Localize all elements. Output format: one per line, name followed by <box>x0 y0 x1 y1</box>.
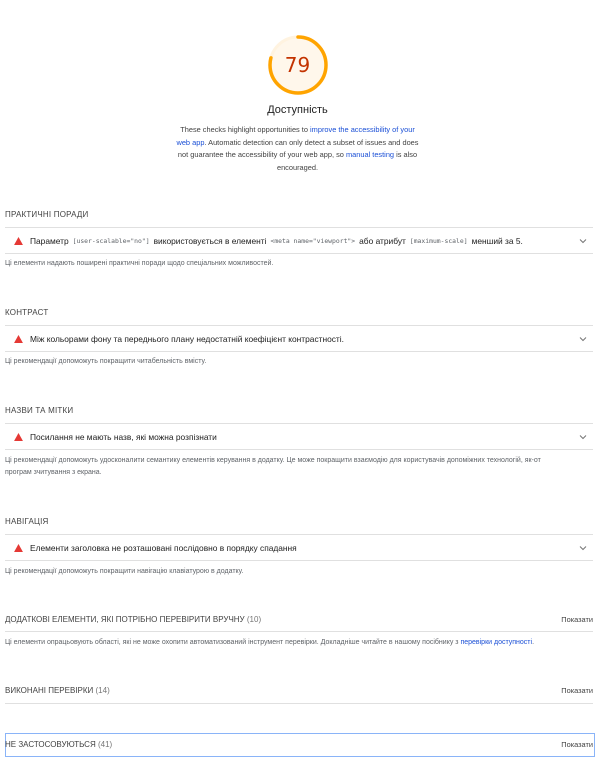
group-description-navigation: Ці рекомендації допоможуть покращити нав… <box>5 568 244 575</box>
audit-heading-order[interactable]: Елементи заголовка не розташовані послід… <box>5 534 593 561</box>
warning-triangle-icon <box>14 432 23 441</box>
warning-triangle-icon <box>14 543 23 552</box>
not-applicable-title: НЕ ЗАСТОСОВУЮТЬСЯ <box>5 740 96 749</box>
warning-triangle-icon <box>14 334 23 343</box>
chevron-down-icon[interactable] <box>579 237 587 245</box>
group-title-best-practices: ПРАКТИЧНІ ПОРАДИ <box>5 210 89 219</box>
chevron-down-icon[interactable] <box>579 433 587 441</box>
warning-triangle-icon <box>14 236 23 245</box>
divider <box>5 631 593 632</box>
audit-code: [maximum-scale] <box>409 236 468 245</box>
audit-color-contrast[interactable]: Між кольорами фону та переднього плану н… <box>5 325 593 352</box>
audit-text: Елементи заголовка не розташовані послід… <box>30 542 297 553</box>
audit-text: Параметр <box>30 235 69 246</box>
group-title-navigation: НАВІГАЦІЯ <box>5 517 49 526</box>
manual-testing-link[interactable]: manual testing <box>346 150 394 159</box>
audit-user-scalable[interactable]: Параметр [user-scalable="no"] використов… <box>5 227 593 254</box>
group-title-names-labels: НАЗВИ ТА МІТКИ <box>5 406 74 415</box>
chevron-down-icon[interactable] <box>579 335 587 343</box>
audit-code: [user-scalable="no"] <box>72 236 150 245</box>
audit-link-name[interactable]: Посилання не мають назв, які можна розпі… <box>5 423 593 450</box>
description-line: Ці рекомендації допоможуть удосконалити … <box>5 457 541 464</box>
score-value: 79 <box>284 53 311 77</box>
show-manual-button[interactable]: Показати <box>561 615 593 624</box>
description-text: These checks highlight opportunities to <box>180 125 311 134</box>
description-text: . <box>532 639 535 646</box>
passed-audits-header[interactable]: ВИКОНАНІ ПЕРЕВІРКИ (14) Показати <box>5 686 593 695</box>
passed-audits-title: ВИКОНАНІ ПЕРЕВІРКИ <box>5 686 94 695</box>
audit-code: <meta name="viewport"> <box>270 236 356 245</box>
passed-audits-count: (14) <box>95 686 110 695</box>
manual-audits-description: Ці елементи опрацьовують області, які не… <box>5 637 534 649</box>
accessibility-guide-link[interactable]: перевірки доступності <box>460 639 532 646</box>
divider <box>5 703 593 704</box>
chevron-down-icon[interactable] <box>579 544 587 552</box>
category-header: 79 Доступність These checks highlight op… <box>0 34 595 174</box>
audit-text: Посилання не мають назв, які можна розпі… <box>30 431 217 442</box>
audit-text: Між кольорами фону та переднього плану н… <box>30 333 344 344</box>
group-title-contrast: КОНТРАСТ <box>5 308 49 317</box>
show-not-applicable-button[interactable]: Показати <box>561 740 593 749</box>
category-title: Доступність <box>267 104 328 116</box>
audit-text: використовується в елементі <box>153 235 267 246</box>
not-applicable-header[interactable]: НЕ ЗАСТОСОВУЮТЬСЯ (41) Показати <box>5 740 593 749</box>
category-description: These checks highlight opportunities to … <box>173 124 423 174</box>
manual-audits-header[interactable]: ДОДАТКОВІ ЕЛЕМЕНТИ, ЯКІ ПОТРІБНО ПЕРЕВІР… <box>5 615 593 624</box>
not-applicable-count: (41) <box>97 740 113 749</box>
group-description-names-labels: Ці рекомендації допоможуть удосконалити … <box>5 455 590 479</box>
manual-audits-count: (10) <box>246 615 262 624</box>
group-description-best-practices: Ці елементи надають поширені практичні п… <box>5 260 274 267</box>
description-line: програм зчитування з екрана. <box>5 469 102 476</box>
audit-text: або атрибут <box>359 235 406 246</box>
audit-text: менший за 5. <box>471 235 523 246</box>
manual-audits-title: ДОДАТКОВІ ЕЛЕМЕНТИ, ЯКІ ПОТРІБНО ПЕРЕВІР… <box>5 615 245 624</box>
group-description-contrast: Ці рекомендації допоможуть покращити чит… <box>5 358 207 365</box>
description-text: Ці елементи опрацьовують області, які не… <box>5 639 461 646</box>
show-passed-button[interactable]: Показати <box>561 686 593 695</box>
score-gauge: 79 <box>267 34 329 96</box>
